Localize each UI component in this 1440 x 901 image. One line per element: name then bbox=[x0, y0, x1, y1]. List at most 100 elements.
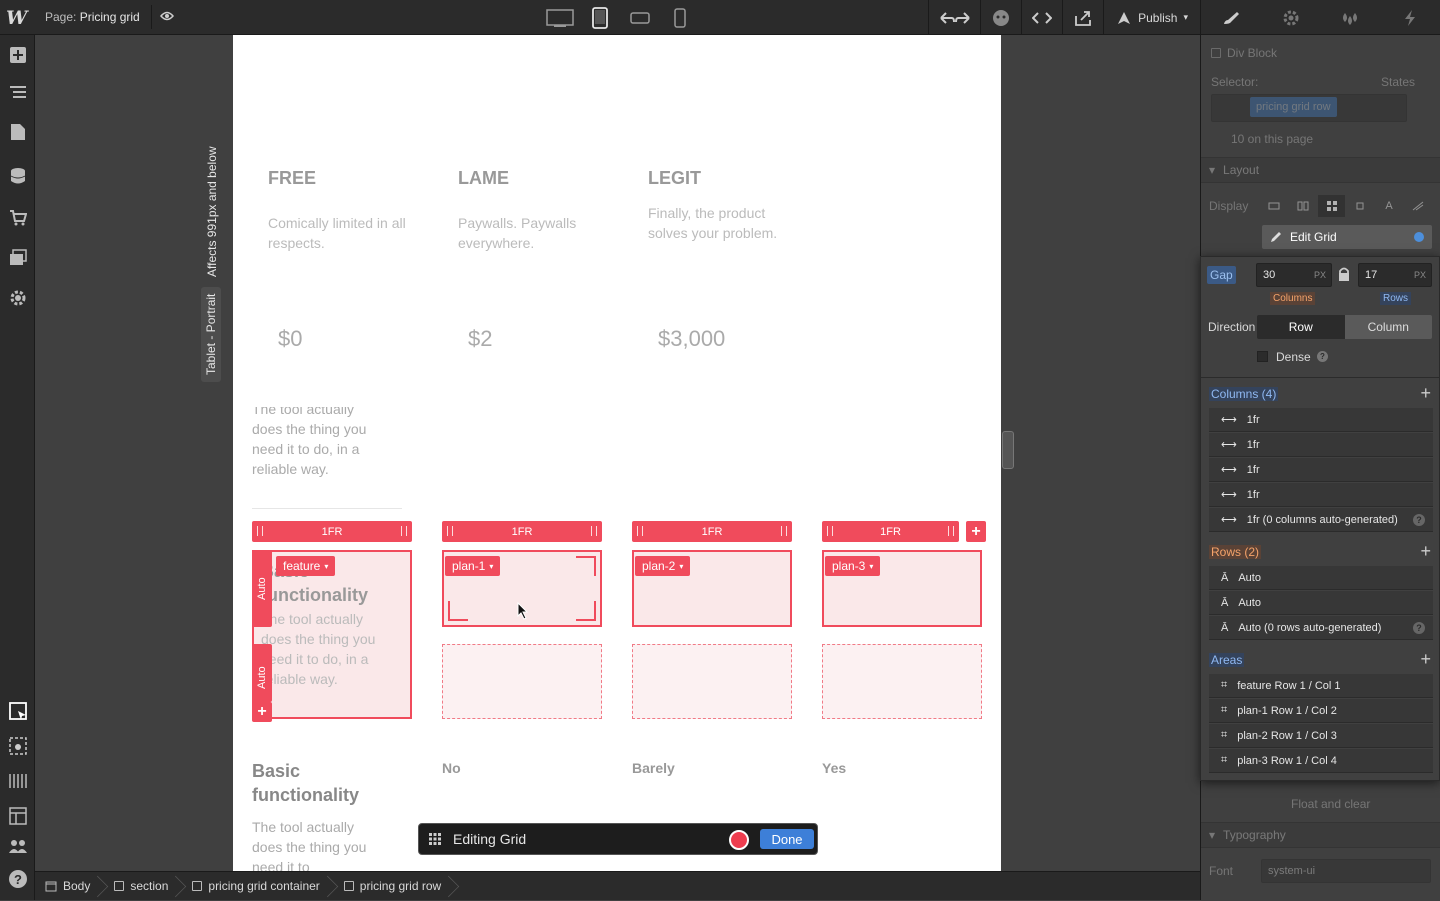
symbols-drops-icon[interactable] bbox=[1321, 0, 1381, 35]
direction-row-button[interactable]: Row bbox=[1257, 315, 1345, 339]
area-tag-plan-1[interactable]: plan-1 ▾ bbox=[445, 556, 501, 576]
publish-button[interactable]: Publish ▾ bbox=[1103, 0, 1200, 35]
row-track-item[interactable]: Ā Auto (0 rows auto-generated)? bbox=[1209, 616, 1433, 640]
add-column-icon[interactable]: + bbox=[1420, 383, 1431, 404]
artboard[interactable]: FREE Comically limited in all respects. … bbox=[233, 35, 1001, 871]
display-block-icon[interactable] bbox=[1261, 195, 1288, 217]
add-element-icon[interactable] bbox=[7, 44, 29, 66]
mobile-landscape-icon[interactable] bbox=[620, 5, 660, 30]
navigator-icon[interactable] bbox=[7, 81, 29, 103]
settings-gear-icon[interactable] bbox=[1261, 0, 1321, 35]
selector-field[interactable]: pricing grid row bbox=[1211, 94, 1407, 122]
page-selector[interactable]: Page: Pricing grid bbox=[45, 10, 140, 24]
grid-row-header[interactable]: Auto bbox=[252, 644, 272, 702]
column-track-item[interactable]: ⟷ 1fr bbox=[1209, 433, 1433, 457]
display-inline-block-icon[interactable] bbox=[1347, 195, 1374, 217]
plan-desc[interactable]: Comically limited in all respects. bbox=[268, 213, 408, 253]
grid-column-header[interactable]: 1FR bbox=[442, 521, 602, 542]
record-indicator-icon[interactable] bbox=[729, 830, 749, 850]
preview-select-icon[interactable] bbox=[7, 735, 29, 757]
select-tool-icon[interactable] bbox=[7, 700, 29, 722]
ecommerce-cart-icon[interactable] bbox=[7, 207, 29, 229]
add-column-button[interactable]: + bbox=[966, 521, 986, 542]
area-tag-plan-3[interactable]: plan-3 ▾ bbox=[825, 556, 881, 576]
corner-handle[interactable] bbox=[448, 601, 468, 621]
interactions-bolt-icon[interactable] bbox=[1380, 0, 1440, 35]
plan-title[interactable]: LAME bbox=[458, 168, 509, 189]
plan-price[interactable]: $3,000 bbox=[658, 326, 725, 352]
add-area-icon[interactable]: + bbox=[1420, 649, 1431, 670]
design-canvas[interactable]: Tablet - Portrait Affects 991px and belo… bbox=[35, 35, 1199, 871]
feature-text[interactable]: The tool actually does the thing you nee… bbox=[252, 817, 372, 871]
plan-desc[interactable]: Paywalls. Paywalls everywhere. bbox=[458, 213, 598, 253]
display-none-icon[interactable] bbox=[1404, 195, 1431, 217]
font-select[interactable]: system-ui bbox=[1261, 859, 1431, 883]
help-icon[interactable]: ? bbox=[1413, 622, 1425, 634]
grid-column-header[interactable]: 1FR bbox=[632, 521, 792, 542]
desktop-device-icon[interactable] bbox=[540, 5, 580, 30]
row-track-item[interactable]: Ā Auto bbox=[1209, 566, 1433, 590]
done-button[interactable]: Done bbox=[760, 829, 814, 849]
typography-section-header[interactable]: ▾ Typography bbox=[1201, 822, 1440, 848]
float-clear-toggle[interactable]: Float and clear bbox=[1291, 797, 1370, 811]
corner-handle[interactable] bbox=[576, 601, 596, 621]
dense-checkbox[interactable] bbox=[1257, 351, 1268, 362]
artboard-resize-handle[interactable] bbox=[1002, 431, 1014, 469]
corner-handle[interactable] bbox=[576, 556, 596, 576]
grid-column-header[interactable]: 1FR bbox=[822, 521, 959, 542]
plan-value[interactable]: Yes bbox=[822, 760, 846, 776]
direction-column-button[interactable]: Column bbox=[1344, 315, 1432, 339]
area-item[interactable]: ⌗ plan-3 Row 1 / Col 4 bbox=[1209, 749, 1433, 773]
style-brush-icon[interactable] bbox=[1201, 0, 1261, 35]
assets-icon[interactable] bbox=[7, 247, 29, 269]
breadcrumb-item[interactable]: section bbox=[104, 872, 182, 901]
breadcrumb-item[interactable]: pricing grid container bbox=[182, 872, 333, 901]
area-item[interactable]: ⌗ plan-2 Row 1 / Col 3 bbox=[1209, 724, 1433, 748]
mobile-portrait-icon[interactable] bbox=[660, 5, 700, 30]
tablet-device-icon[interactable] bbox=[580, 5, 620, 30]
add-row-button[interactable]: + bbox=[252, 702, 272, 722]
column-track-item[interactable]: ⟷ 1fr bbox=[1209, 408, 1433, 432]
plan-price[interactable]: $0 bbox=[278, 326, 302, 352]
breadcrumb-item[interactable]: Body bbox=[35, 872, 104, 901]
breadcrumb-item[interactable]: pricing grid row bbox=[334, 872, 455, 901]
selector-tag[interactable]: pricing grid row bbox=[1250, 97, 1337, 117]
preview-eye-icon[interactable] bbox=[151, 5, 177, 29]
display-inline-icon[interactable]: A bbox=[1376, 195, 1403, 217]
team-icon[interactable] bbox=[7, 835, 29, 857]
display-flex-icon[interactable] bbox=[1290, 195, 1317, 217]
states-dropdown[interactable]: States bbox=[1381, 75, 1415, 89]
help-icon[interactable]: ? bbox=[1317, 351, 1328, 362]
plan-value[interactable]: Barely bbox=[632, 760, 675, 776]
area-item[interactable]: ⌗ feature Row 1 / Col 1 bbox=[1209, 674, 1433, 698]
layout-icon[interactable] bbox=[7, 805, 29, 827]
help-icon[interactable]: ? bbox=[1413, 514, 1425, 526]
overflow-text[interactable]: The tool actually does the thing you nee… bbox=[252, 407, 372, 479]
webflow-logo-icon[interactable]: W bbox=[6, 7, 30, 29]
guides-icon[interactable] bbox=[7, 770, 29, 792]
grid-empty-cell[interactable] bbox=[632, 644, 792, 719]
add-row-icon[interactable]: + bbox=[1420, 541, 1431, 562]
plan-title[interactable]: LEGIT bbox=[648, 168, 701, 189]
column-track-item[interactable]: ⟷ 1fr bbox=[1209, 483, 1433, 507]
grid-column-header[interactable]: 1FR bbox=[252, 521, 412, 542]
grid-empty-cell[interactable] bbox=[822, 644, 982, 719]
audit-icon[interactable] bbox=[980, 0, 1021, 35]
area-item[interactable]: ⌗ plan-1 Row 1 / Col 2 bbox=[1209, 699, 1433, 723]
gap-columns-input[interactable]: 30 PX bbox=[1256, 263, 1332, 287]
help-icon[interactable]: ? bbox=[7, 868, 29, 890]
row-track-item[interactable]: Ā Auto bbox=[1209, 591, 1433, 615]
lock-icon[interactable] bbox=[1337, 266, 1351, 285]
code-icon[interactable] bbox=[1021, 0, 1062, 35]
area-tag-plan-2[interactable]: plan-2 ▾ bbox=[635, 556, 691, 576]
grid-empty-cell[interactable] bbox=[442, 644, 602, 719]
area-tag-feature[interactable]: feature ▾ bbox=[276, 556, 336, 576]
cms-icon[interactable] bbox=[7, 165, 29, 187]
layout-section-header[interactable]: ▾ Layout bbox=[1201, 157, 1440, 183]
plan-title[interactable]: FREE bbox=[268, 168, 316, 189]
settings-gear-icon[interactable] bbox=[7, 287, 29, 309]
undo-redo-icon[interactable] bbox=[928, 0, 980, 35]
plan-price[interactable]: $2 bbox=[468, 326, 492, 352]
column-track-item[interactable]: ⟷ 1fr (0 columns auto-generated)? bbox=[1209, 508, 1433, 532]
export-icon[interactable] bbox=[1062, 0, 1103, 35]
